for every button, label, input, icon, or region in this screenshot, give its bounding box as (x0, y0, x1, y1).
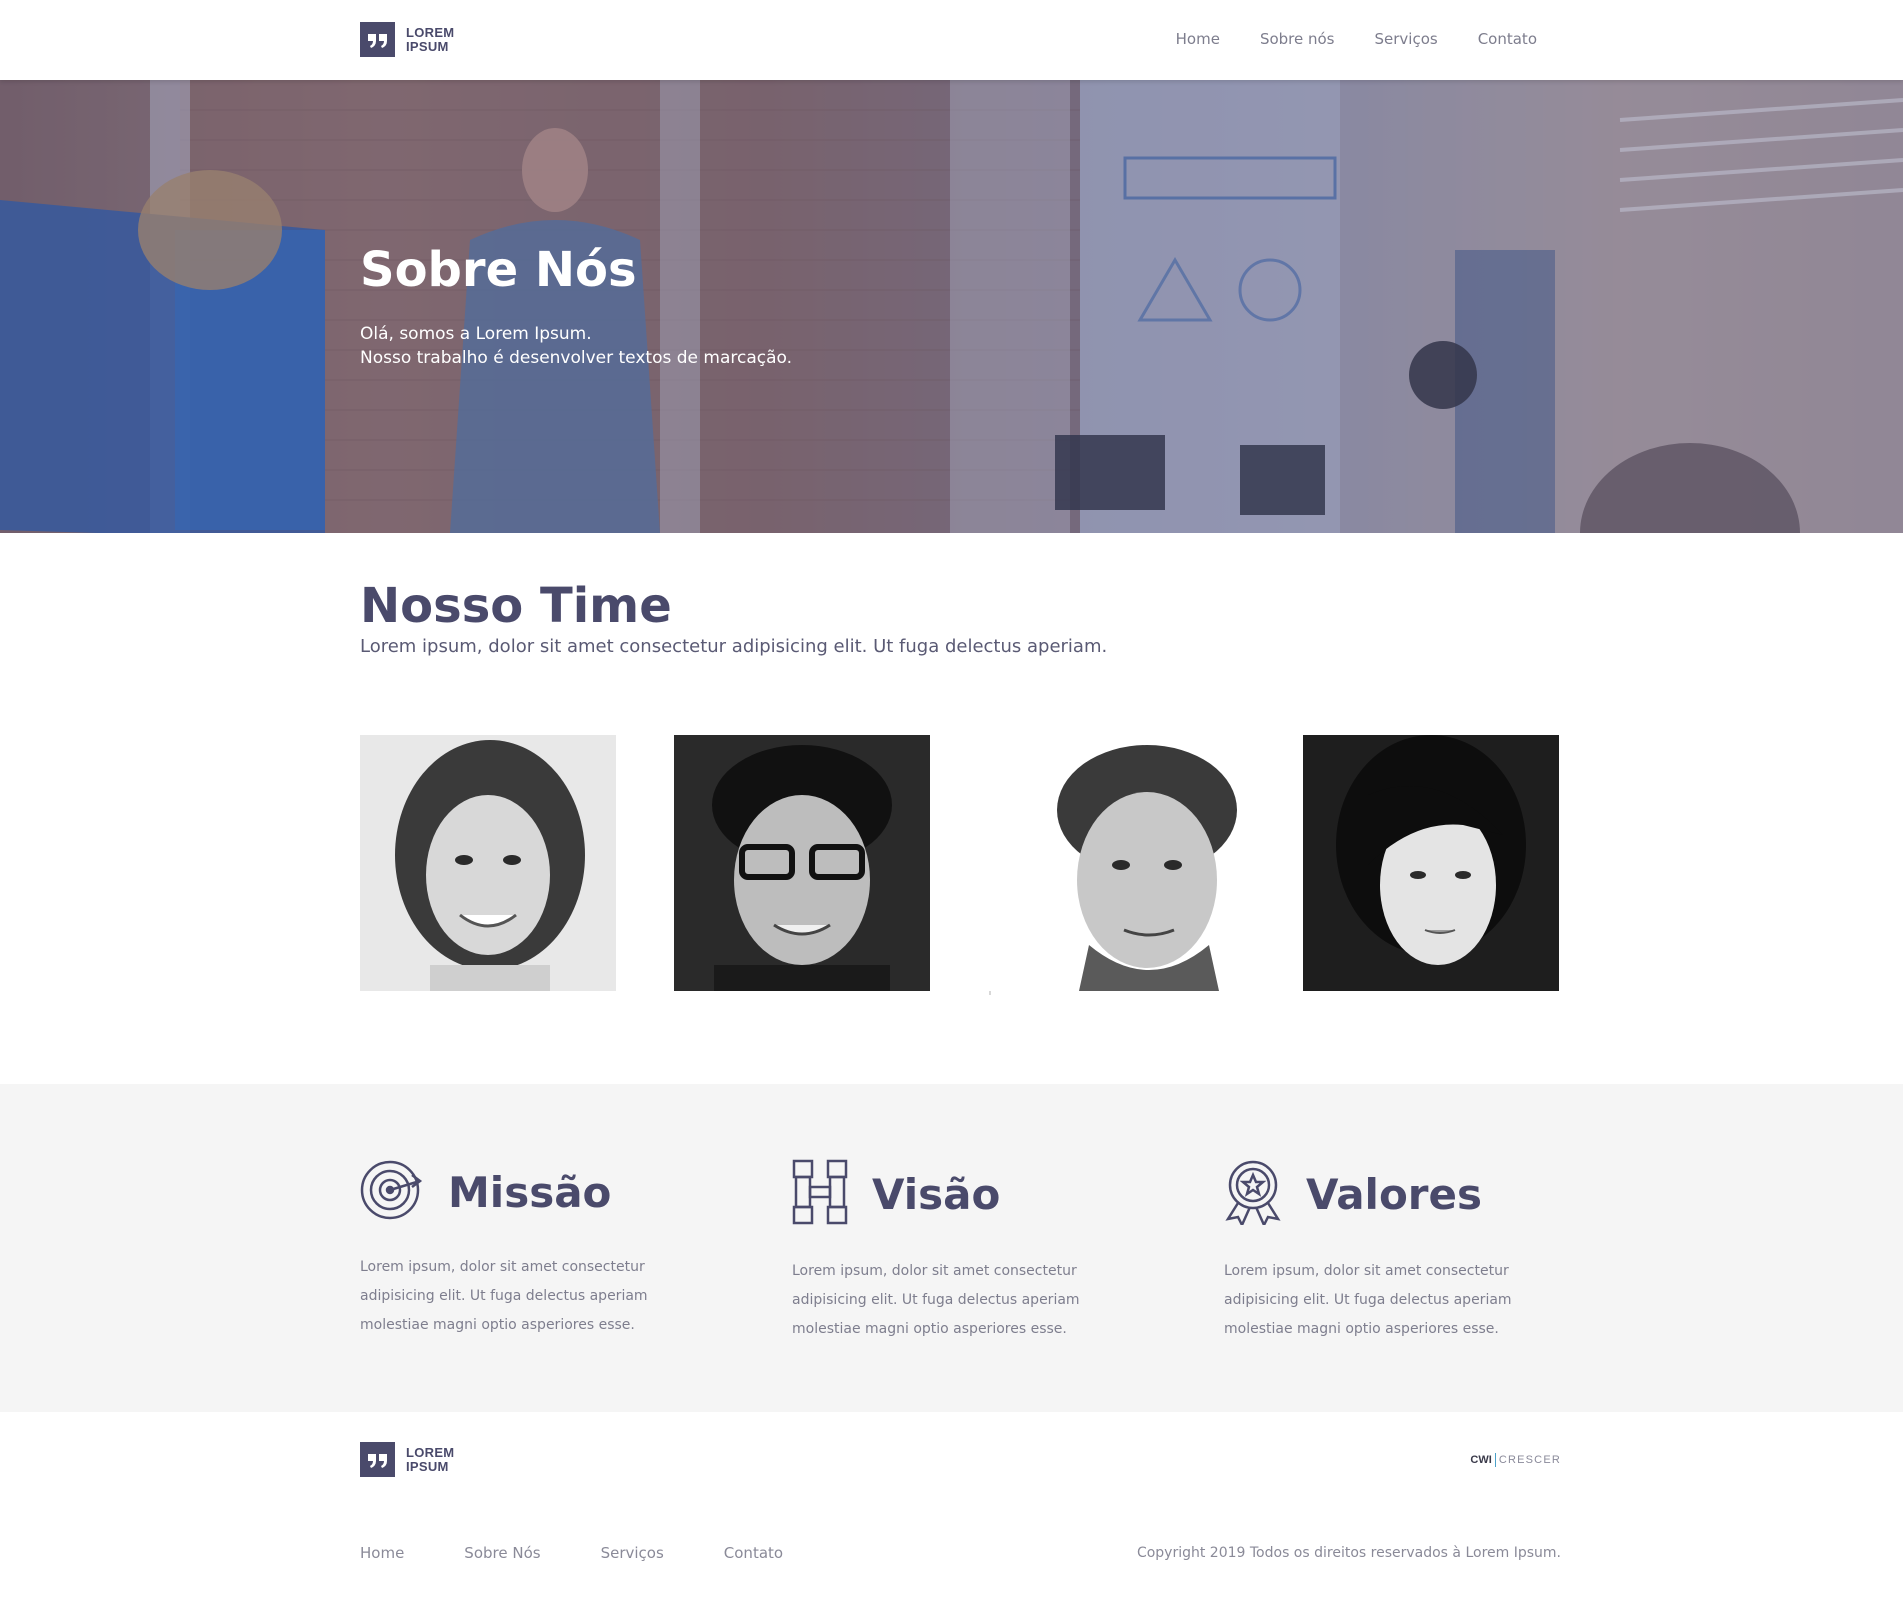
target-icon (360, 1159, 424, 1225)
nav-contato[interactable]: Contato (1478, 30, 1537, 48)
mission-text: Lorem ipsum, dolor sit amet consectetur … (360, 1259, 648, 1333)
vision-block: Visão Lorem ipsum, dolor sit amet consec… (792, 1159, 1137, 1344)
mission-title: Missão (448, 1167, 612, 1217)
award-badge-icon (1224, 1159, 1282, 1229)
quote-mark-icon (360, 1442, 395, 1477)
hero-subtitle: Olá, somos a Lorem Ipsum. Nosso trabalho… (360, 324, 793, 368)
team-photo-2[interactable] (674, 735, 930, 991)
hero-title: Sobre Nós (360, 242, 637, 298)
nav-home[interactable]: Home (1176, 30, 1220, 48)
values-block: Valores Lorem ipsum, dolor sit amet cons… (1224, 1159, 1569, 1344)
footer-nav-servicos[interactable]: Serviços (601, 1544, 664, 1562)
nav-servicos[interactable]: Serviços (1375, 30, 1438, 48)
footer-nav-sobre-nos[interactable]: Sobre Nós (464, 1544, 540, 1562)
main-nav: Home Sobre nós Serviços Contato (1136, 30, 1537, 48)
vision-title: Visão (872, 1169, 1001, 1219)
cwi-crescer-logo[interactable]: CWI CRESCER (1470, 1453, 1561, 1467)
binoculars-icon (792, 1159, 848, 1229)
mission-block: Missão Lorem ipsum, dolor sit amet conse… (360, 1159, 705, 1340)
header-logo[interactable]: LOREM IPSUM (360, 22, 454, 57)
hero-overlay (0, 80, 1903, 533)
vision-text: Lorem ipsum, dolor sit amet consectetur … (792, 1263, 1080, 1337)
hero-banner: Sobre Nós Olá, somos a Lorem Ipsum. Noss… (0, 80, 1903, 533)
values-title: Valores (1306, 1169, 1482, 1219)
team-photo-1[interactable] (360, 735, 616, 991)
footer-logo[interactable]: LOREM IPSUM (360, 1442, 454, 1477)
nav-sobre-nos[interactable]: Sobre nós (1260, 30, 1335, 48)
values-text: Lorem ipsum, dolor sit amet consectetur … (1224, 1263, 1512, 1337)
team-title: Nosso Time (360, 578, 672, 634)
copyright-text: Copyright 2019 Todos os direitos reserva… (1136, 1545, 1561, 1561)
mission-vision-values-section: Missão Lorem ipsum, dolor sit amet conse… (0, 1084, 1903, 1412)
team-photo-4[interactable] (1303, 735, 1559, 991)
team-photo-3[interactable] (989, 735, 1245, 991)
footer-nav-home[interactable]: Home (360, 1544, 404, 1562)
site-header: LOREM IPSUM Home Sobre nós Serviços Cont… (0, 0, 1903, 80)
footer-nav-contato[interactable]: Contato (724, 1544, 783, 1562)
logo-text: LOREM IPSUM (406, 24, 455, 54)
team-subtitle: Lorem ipsum, dolor sit amet consectetur … (360, 636, 1108, 657)
quote-mark-icon (360, 22, 395, 57)
logo-text: LOREM IPSUM (406, 1444, 455, 1474)
footer-nav: Home Sobre Nós Serviços Contato (360, 1544, 843, 1562)
